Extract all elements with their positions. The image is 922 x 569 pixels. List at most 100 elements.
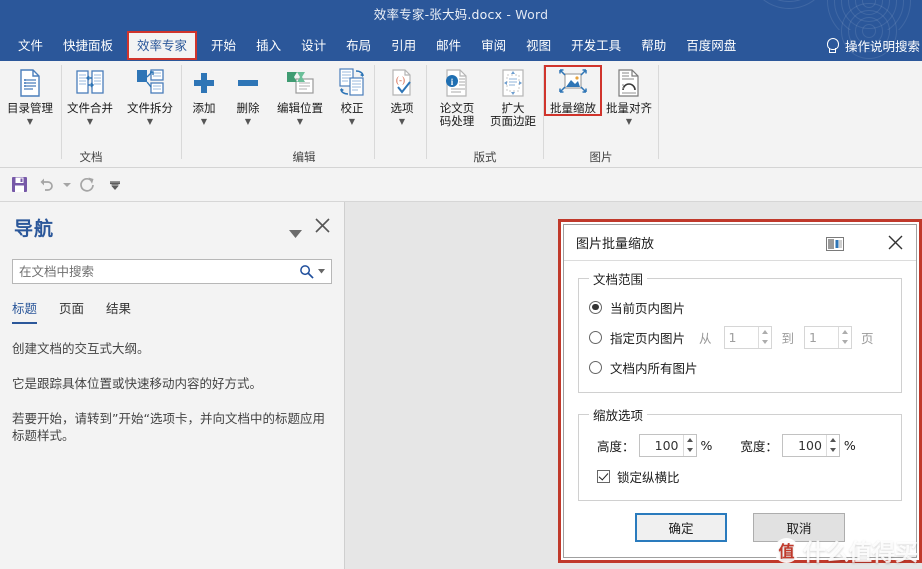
stepper-up-icon[interactable] (839, 327, 851, 338)
navigation-search-box[interactable] (12, 259, 332, 284)
page-from-input[interactable] (724, 329, 758, 345)
ribbon-tab-5[interactable]: 设计 (291, 30, 336, 61)
radio-all-images[interactable] (589, 360, 602, 374)
ribbon-tab-9[interactable]: 审阅 (471, 30, 516, 61)
ribbon-button-edit-position[interactable]: 编辑位置 ▼ (270, 66, 330, 126)
customize-qat-icon[interactable] (102, 172, 128, 198)
ribbon-tab-10[interactable]: 视图 (516, 30, 561, 61)
cancel-button[interactable]: 取消 (753, 513, 845, 542)
ribbon-tab-0[interactable]: 文件 (8, 30, 53, 61)
navigation-tab-2[interactable]: 结果 (106, 298, 131, 324)
height-stepper[interactable] (638, 433, 697, 457)
chevron-down-icon[interactable]: ▼ (245, 117, 251, 126)
scope-option-label: 指定页内图片 (610, 330, 686, 346)
ribbon-tab-3[interactable]: 开始 (201, 30, 246, 61)
stepper-down-icon[interactable] (759, 337, 771, 348)
ribbon-button-proofread[interactable]: 校正 ▼ (330, 66, 374, 126)
tell-me-search[interactable]: 操作说明搜索 (825, 30, 922, 61)
title-separator: - (506, 7, 512, 22)
scope-group-legend: 文档范围 (593, 272, 644, 287)
stepper-arrows[interactable] (757, 326, 771, 348)
stepper-up-icon[interactable] (759, 327, 771, 338)
ribbon-button-split-file[interactable]: 文件拆分 ▼ (120, 66, 180, 126)
close-icon[interactable] (315, 218, 330, 237)
ribbon-button-batch-align[interactable]: 批量对齐 ▼ (601, 66, 657, 126)
scope-option-all-images[interactable]: 文档内所有图片 (589, 352, 891, 382)
height-input[interactable] (639, 437, 683, 453)
document-title: 效率专家-张大妈.docx (373, 7, 503, 22)
width-stepper[interactable] (781, 433, 840, 457)
search-dropdown-icon[interactable] (316, 269, 331, 274)
scope-group: 文档范围 当前页内图片 指定页内图片 从 1 到 1 页 文档内所有图片 (578, 269, 902, 393)
title-bar: 效率专家-张大妈.docx - Word (0, 0, 922, 30)
ribbon-button-label: 编辑位置 (277, 101, 323, 115)
chevron-down-icon[interactable]: ▼ (147, 117, 153, 126)
scope-option-current-page[interactable]: 当前页内图片 (589, 292, 891, 322)
page-to-input[interactable] (805, 329, 839, 345)
search-input[interactable] (13, 264, 297, 279)
undo-icon[interactable] (34, 172, 60, 198)
ribbon-tab-12[interactable]: 帮助 (631, 30, 676, 61)
chevron-down-icon[interactable]: ▼ (87, 117, 93, 126)
page-from-stepper[interactable] (723, 325, 772, 349)
width-input[interactable] (782, 437, 826, 453)
ribbon-tab-2[interactable]: 效率专家 (127, 31, 198, 60)
chevron-down-icon[interactable]: ▼ (297, 117, 303, 126)
search-icon[interactable] (297, 264, 316, 279)
chevron-down-icon[interactable] (289, 224, 302, 243)
ribbon-button-thesis-page-number[interactable]: i 论文页 码处理 (429, 66, 485, 128)
dialog-button-row: 确定 取消 (578, 513, 902, 542)
chevron-down-icon[interactable]: ▼ (399, 117, 405, 126)
scope-option-label: 文档内所有图片 (610, 360, 698, 376)
ribbon-tab-11[interactable]: 开发工具 (561, 30, 631, 61)
minus-icon (235, 66, 261, 100)
document-list-icon (17, 66, 43, 100)
undo-dropdown-icon[interactable] (62, 172, 72, 198)
page-to-stepper[interactable] (804, 325, 853, 349)
ribbon-tab-6[interactable]: 布局 (336, 30, 381, 61)
ribbon-tab-7[interactable]: 引用 (381, 30, 426, 61)
ribbon-button-expand-margin[interactable]: 扩大 页面边距 (485, 66, 541, 128)
scope-option-specified-pages[interactable]: 指定页内图片 从 到 (589, 322, 891, 352)
navigation-tab-0[interactable]: 标题 (12, 298, 38, 324)
chevron-down-icon[interactable]: ▼ (626, 117, 632, 126)
redo-icon[interactable] (74, 172, 100, 198)
width-unit: % (843, 437, 856, 453)
ribbon-tab-8[interactable]: 邮件 (426, 30, 471, 61)
stepper-arrows[interactable] (825, 434, 839, 456)
close-icon[interactable] (880, 228, 910, 258)
navigation-empty-state: 创建文档的交互式大纲。 它是跟踪具体位置或快速移动内容的好方式。 若要开始，请转到”… (12, 340, 330, 462)
ribbon-tab-1[interactable]: 快捷面板 (53, 30, 123, 61)
ribbon-group-label: 图片 (589, 150, 613, 164)
ribbon-tab-4[interactable]: 插入 (246, 30, 291, 61)
ribbon-button-delete[interactable]: 删除 ▼ (226, 66, 270, 126)
save-icon[interactable] (6, 172, 32, 198)
ribbon-button-options[interactable]: (-) 选项 ▼ (380, 66, 424, 126)
ok-button[interactable]: 确定 (635, 513, 727, 542)
stepper-down-icon[interactable] (684, 445, 696, 456)
navigation-tab-1[interactable]: 页面 (59, 298, 84, 324)
stepper-up-icon[interactable] (684, 435, 696, 446)
radio-current-page[interactable] (589, 300, 602, 314)
dialog-body: 文档范围 当前页内图片 指定页内图片 从 1 到 1 页 文档内所有图片 缩放选… (564, 261, 916, 557)
stepper-arrows[interactable] (838, 326, 851, 348)
stepper-arrows[interactable] (682, 434, 696, 456)
radio-specified-pages[interactable] (589, 330, 602, 344)
chevron-down-icon[interactable]: ▼ (27, 117, 33, 126)
lock-aspect-ratio-checkbox[interactable] (597, 469, 610, 483)
ribbon-tab-13[interactable]: 百度网盘 (676, 30, 746, 61)
chevron-down-icon[interactable]: ▼ (349, 117, 355, 126)
ribbon-button-catalog-manage[interactable]: 目录管理 ▼ (0, 66, 60, 126)
ribbon-button-add[interactable]: 添加 ▼ (182, 66, 226, 126)
chevron-down-icon[interactable]: ▼ (201, 117, 207, 126)
scale-dimensions-row: 高度： % 宽度： (589, 428, 891, 462)
ribbon-button-merge-files[interactable]: 文件合并 ▼ (60, 66, 120, 126)
stepper-down-icon[interactable] (839, 337, 851, 348)
stepper-down-icon[interactable] (827, 445, 839, 456)
stepper-up-icon[interactable] (827, 435, 839, 446)
lock-aspect-ratio-row[interactable]: 锁定纵横比 (589, 462, 891, 490)
options-check-icon: (-) (390, 66, 414, 100)
dialog-title-bar: 图片批量缩放 (564, 225, 916, 261)
ribbon-separator (61, 65, 62, 159)
ribbon-button-batch-resize[interactable]: 批量缩放 (544, 65, 602, 116)
